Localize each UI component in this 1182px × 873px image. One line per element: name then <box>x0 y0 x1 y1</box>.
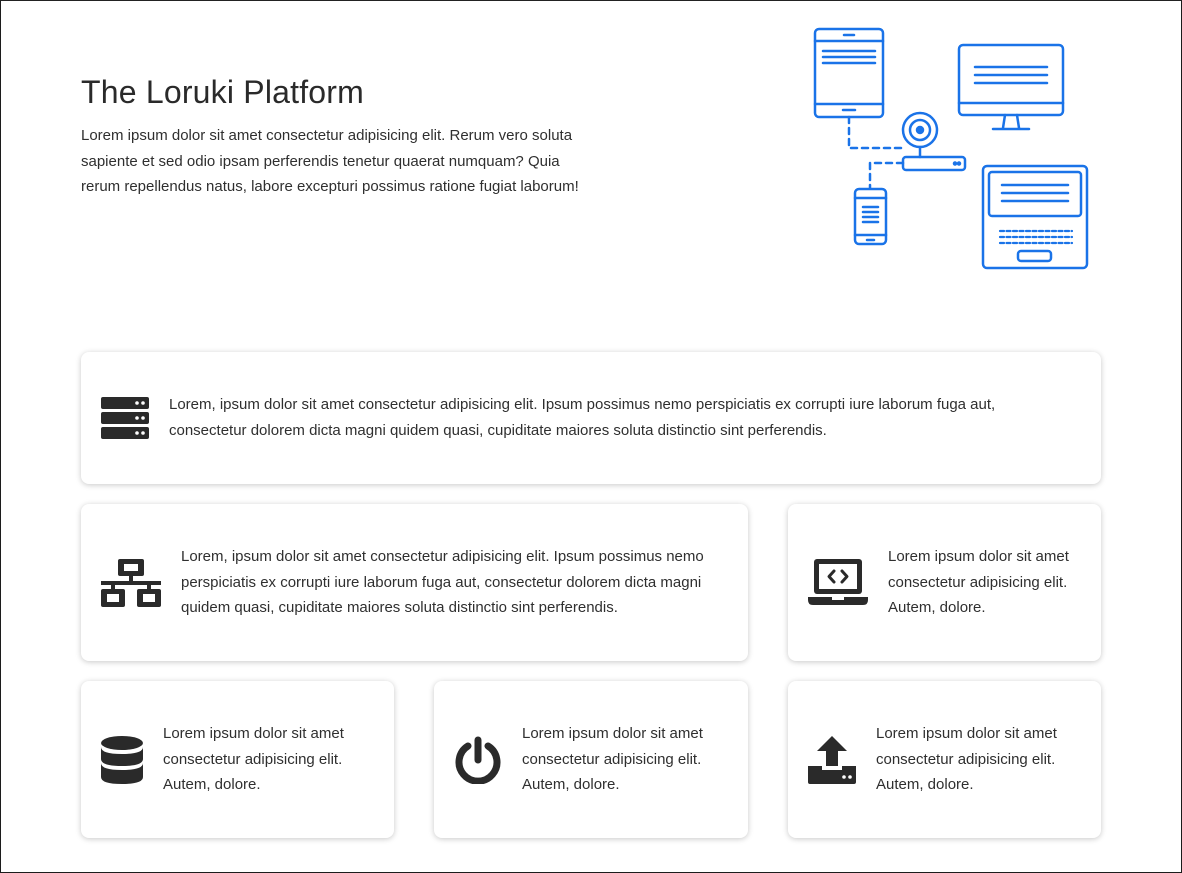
feature-card: Lorem ipsum dolor sit amet consectetur a… <box>434 681 748 838</box>
feature-card: Lorem, ipsum dolor sit amet consectetur … <box>81 504 748 661</box>
feature-text: Lorem ipsum dolor sit amet consectetur a… <box>522 725 703 794</box>
feature-text: Lorem ipsum dolor sit amet consectetur a… <box>888 548 1069 617</box>
feature-card: Lorem ipsum dolor sit amet consectetur a… <box>788 504 1101 661</box>
feature-card: Lorem, ipsum dolor sit amet consectetur … <box>81 352 1101 484</box>
connection-lines <box>847 115 905 190</box>
feature-card: Lorem ipsum dolor sit amet consectetur a… <box>788 681 1101 838</box>
feature-text: Lorem, ipsum dolor sit amet consectetur … <box>181 548 704 617</box>
feature-text: Lorem ipsum dolor sit amet consectetur a… <box>163 725 344 794</box>
hero-description: Lorem ipsum dolor sit amet consectetur a… <box>81 127 579 196</box>
upload-icon <box>808 735 856 784</box>
network-devices-illustration <box>813 27 1089 270</box>
laptop-icon <box>981 164 1089 270</box>
database-icon <box>101 735 143 784</box>
router-icon <box>901 111 967 172</box>
laptop-code-icon <box>808 558 868 607</box>
monitor-icon <box>957 43 1065 131</box>
network-icon <box>101 558 161 607</box>
server-icon <box>100 397 150 439</box>
tablet-icon <box>813 27 885 119</box>
power-off-icon <box>454 736 502 784</box>
feature-card: Lorem ipsum dolor sit amet consectetur a… <box>81 681 394 838</box>
phone-icon <box>853 187 888 246</box>
page-title: The Loruki Platform <box>81 74 365 110</box>
feature-text: Lorem, ipsum dolor sit amet consectetur … <box>169 396 996 439</box>
feature-text: Lorem ipsum dolor sit amet consectetur a… <box>876 725 1057 794</box>
